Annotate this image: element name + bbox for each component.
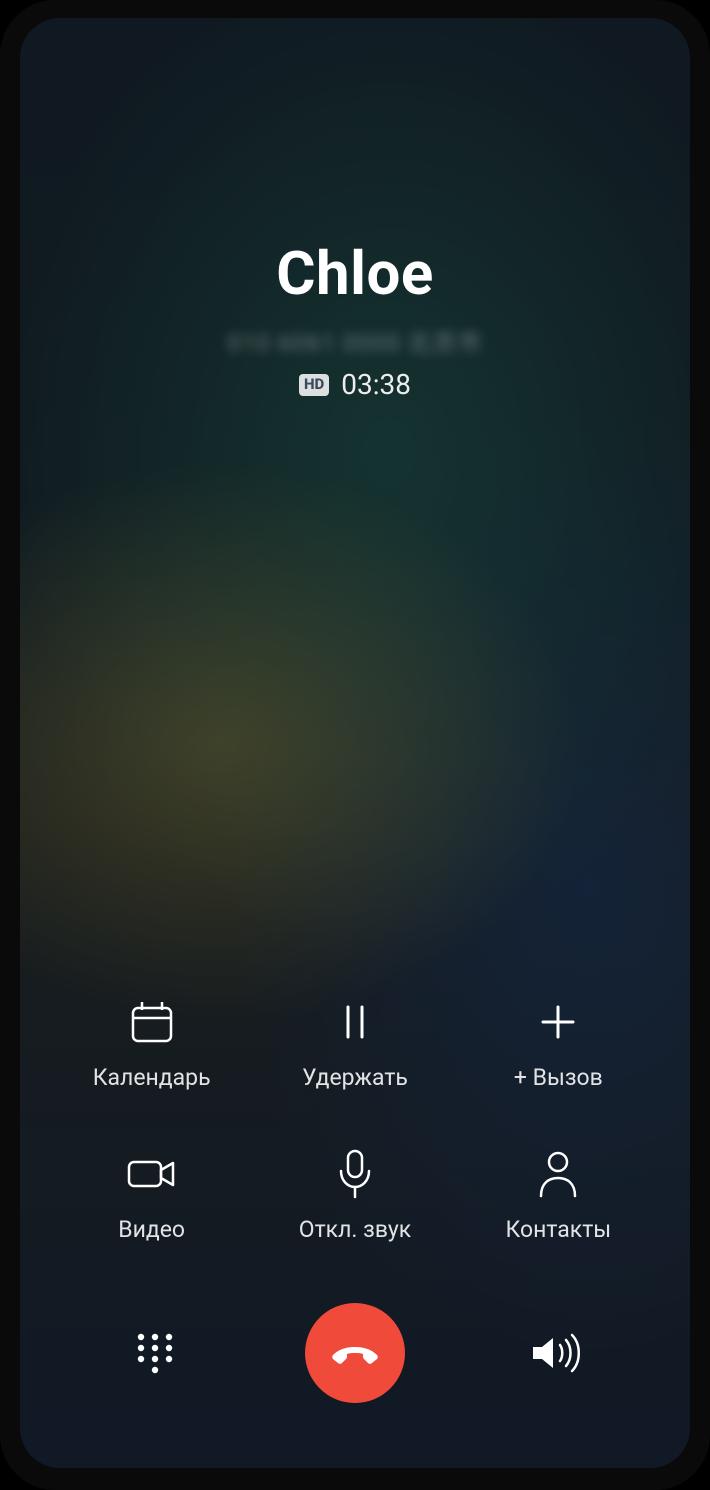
end-call-button[interactable]: [305, 1303, 405, 1403]
call-screen: Chloe 010 6061 0000 北京市 HD 03:38: [20, 18, 690, 1468]
call-duration: 03:38: [341, 368, 411, 401]
keypad-icon: [132, 1330, 178, 1376]
phone-hangup-icon: [327, 1325, 383, 1381]
microphone-icon: [327, 1146, 383, 1202]
phone-frame: Chloe 010 6061 0000 北京市 HD 03:38: [0, 0, 710, 1490]
contacts-label: Контакты: [506, 1216, 612, 1243]
speaker-icon: [529, 1330, 581, 1376]
hold-button[interactable]: Удержать: [258, 994, 451, 1091]
controls-grid: Календарь Удержать: [55, 994, 655, 1243]
person-icon: [530, 1146, 586, 1202]
plus-icon: [530, 994, 586, 1050]
calendar-button[interactable]: Календарь: [55, 994, 248, 1091]
call-status-row: HD 03:38: [20, 368, 690, 401]
mute-button[interactable]: Откл. звук: [258, 1146, 451, 1243]
caller-info: Chloe 010 6061 0000 北京市 HD 03:38: [20, 238, 690, 401]
caller-subtitle-blurred: 010 6061 0000 北京市: [20, 323, 690, 358]
pause-icon: [327, 994, 383, 1050]
calendar-label: Календарь: [93, 1064, 211, 1091]
call-controls: Календарь Удержать: [20, 994, 690, 1468]
speaker-button[interactable]: [527, 1325, 583, 1381]
keypad-button[interactable]: [127, 1325, 183, 1381]
add-call-label: + Вызов: [514, 1064, 603, 1091]
video-label: Видео: [118, 1216, 185, 1243]
hd-badge: HD: [299, 374, 329, 396]
video-icon: [124, 1146, 180, 1202]
contacts-button[interactable]: Контакты: [462, 1146, 655, 1243]
add-call-button[interactable]: + Вызов: [462, 994, 655, 1091]
video-button[interactable]: Видео: [55, 1146, 248, 1243]
hold-label: Удержать: [302, 1064, 408, 1091]
caller-name: Chloe: [20, 238, 690, 309]
calendar-icon: [124, 994, 180, 1050]
bottom-controls: [55, 1303, 655, 1403]
mute-label: Откл. звук: [299, 1216, 411, 1243]
